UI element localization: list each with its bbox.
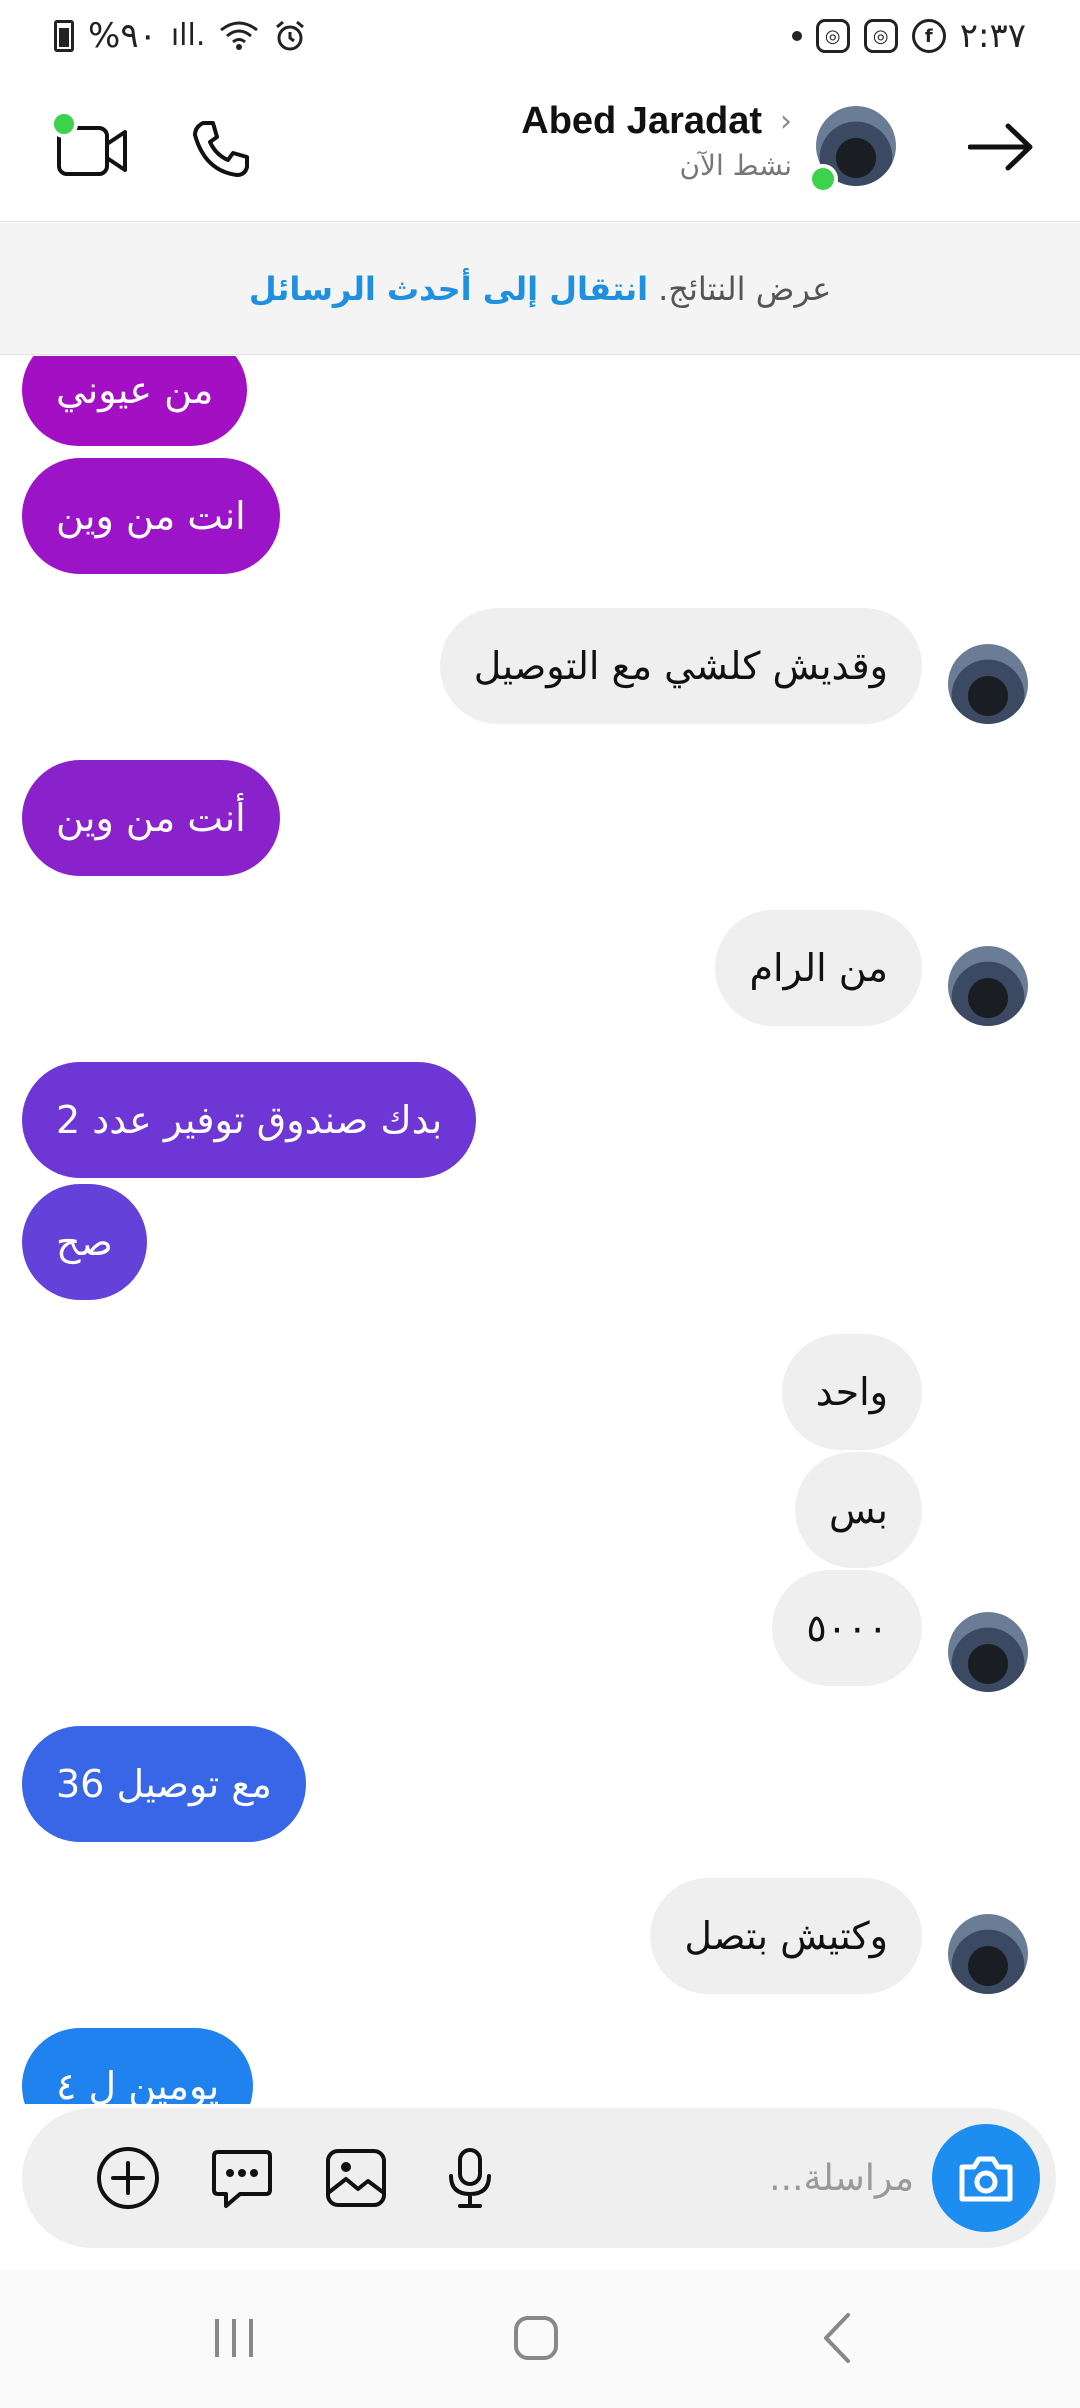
- message-input[interactable]: [614, 2138, 914, 2218]
- video-call-button[interactable]: [50, 110, 132, 184]
- chevron-right-icon: ›: [780, 104, 792, 139]
- gallery-button[interactable]: [316, 2138, 396, 2218]
- back-arrow-icon: [968, 123, 1033, 171]
- status-bar-right: ◎ ◎ f ٢:٣٧: [791, 16, 1026, 56]
- microphone-icon: [449, 2148, 491, 2208]
- home-icon: [514, 2316, 558, 2360]
- jump-to-latest-link[interactable]: انتقال إلى أحدث الرسائل: [249, 270, 648, 308]
- message-bubble-sent[interactable]: انت من وين: [22, 458, 280, 574]
- online-indicator: [808, 164, 838, 194]
- message-bubble-sent[interactable]: أنت من وين: [22, 760, 280, 876]
- contact-avatar-small[interactable]: [948, 1612, 1028, 1692]
- system-nav-bar: [0, 2270, 1080, 2408]
- message-bubble-sent[interactable]: يومين ل ٤: [22, 2028, 254, 2104]
- chat-header: Abed Jaradat › نشط الآن: [0, 72, 1080, 222]
- message-list[interactable]: من عيوني انت من وين وقديش كلشي مع التوصي…: [0, 356, 1080, 2104]
- alarm-icon: [276, 20, 305, 51]
- facebook-icon: f: [911, 19, 946, 53]
- battery-icon: [54, 20, 74, 52]
- message-bubble-received[interactable]: واحد: [781, 1334, 922, 1450]
- home-button[interactable]: [486, 2298, 586, 2378]
- gallery-icon: [326, 2149, 386, 2207]
- add-button[interactable]: [88, 2138, 168, 2218]
- message-bubble-sent[interactable]: بدك صندوق توفير عدد 2: [22, 1062, 477, 1178]
- back-icon: [824, 2313, 850, 2363]
- back-button[interactable]: [962, 108, 1040, 186]
- video-online-indicator: [50, 110, 78, 138]
- sticker-button[interactable]: [202, 2138, 282, 2218]
- camera-icon: [959, 2156, 1013, 2202]
- contact-avatar-small[interactable]: [948, 946, 1028, 1026]
- search-results-banner: عرض النتائج. انتقال إلى أحدث الرسائل: [0, 223, 1080, 355]
- contact-info[interactable]: Abed Jaradat › نشط الآن: [521, 100, 792, 182]
- message-bubble-received[interactable]: بس: [794, 1452, 922, 1568]
- contact-name: Abed Jaradat: [521, 100, 762, 142]
- add-icon: [97, 2147, 159, 2209]
- recents-icon: [215, 2319, 253, 2357]
- contact-avatar[interactable]: [808, 106, 896, 194]
- instagram-icon: ◎: [815, 19, 850, 53]
- status-bar-left: %٩٠ ıll.: [54, 16, 307, 56]
- instagram-icon: ◎: [863, 19, 898, 53]
- message-bubble-sent[interactable]: من عيوني: [22, 356, 248, 446]
- presence-status: نشط الآن: [679, 149, 792, 182]
- recents-button[interactable]: [184, 2298, 284, 2378]
- audio-call-button[interactable]: [186, 114, 256, 184]
- sticker-icon: [212, 2150, 272, 2208]
- wifi-icon: [220, 21, 259, 50]
- message-bubble-received[interactable]: وقديش كلشي مع التوصيل: [439, 608, 922, 724]
- message-composer: [22, 2108, 1056, 2248]
- message-bubble-sent[interactable]: مع توصيل 36: [22, 1726, 306, 1842]
- notification-dot-icon: [791, 31, 802, 41]
- microphone-button[interactable]: [430, 2138, 510, 2218]
- battery-level: %٩٠: [88, 16, 157, 56]
- message-bubble-sent[interactable]: صح: [22, 1184, 147, 1300]
- signal-icon: ıll.: [170, 18, 206, 53]
- contact-avatar-small[interactable]: [948, 644, 1028, 724]
- message-bubble-received[interactable]: وكتيش بتصل: [650, 1878, 922, 1994]
- phone-icon: [193, 121, 249, 177]
- status-bar: %٩٠ ıll. ◎ ◎ f ٢:٣٧: [0, 0, 1080, 72]
- camera-button[interactable]: [932, 2124, 1040, 2232]
- message-bubble-received[interactable]: من الرام: [715, 910, 922, 1026]
- back-nav-button[interactable]: [788, 2298, 888, 2378]
- clock: ٢:٣٧: [959, 16, 1026, 56]
- message-bubble-received[interactable]: ٥٠٠٠: [772, 1570, 922, 1686]
- banner-text: عرض النتائج.: [658, 269, 832, 308]
- contact-avatar-small[interactable]: [948, 1914, 1028, 1994]
